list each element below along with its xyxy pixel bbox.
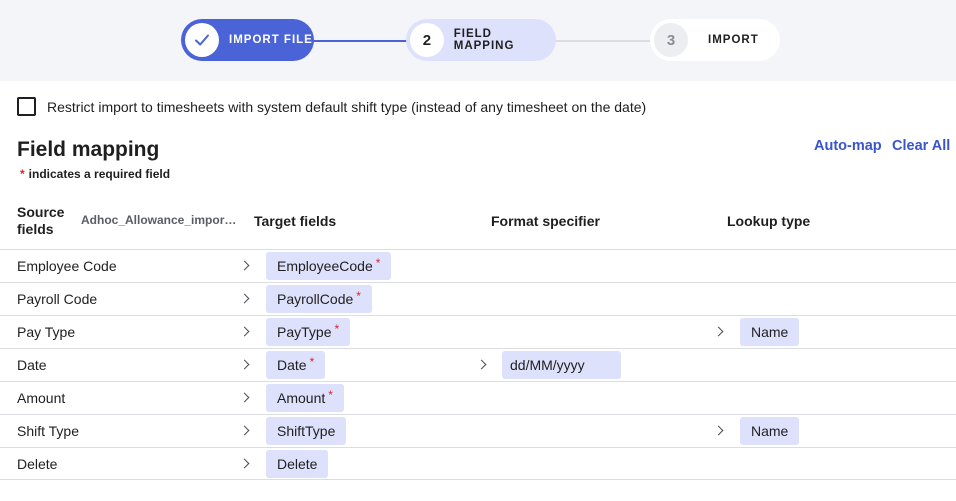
source-field: Delete — [17, 456, 58, 472]
target-field-chip[interactable]: Delete — [266, 450, 329, 478]
step-field-mapping[interactable]: 2 FIELD MAPPING — [406, 19, 556, 61]
lookup-type-chip[interactable]: Name — [740, 417, 800, 445]
table-row: Amount Amount * — [0, 381, 956, 414]
format-specifier-header: Format specifier — [491, 213, 600, 229]
chevron-right-icon[interactable] — [239, 458, 250, 469]
target-field-label: PayrollCode — [277, 291, 354, 307]
required-note-text: indicates a required field — [28, 167, 171, 181]
required-star: * — [309, 355, 315, 369]
source-field: Pay Type — [17, 324, 76, 340]
target-field-label: Date — [277, 357, 307, 373]
chevron-right-icon[interactable] — [713, 425, 724, 436]
source-field: Amount — [17, 390, 66, 406]
target-field-chip[interactable]: PayType * — [266, 318, 351, 346]
required-star: * — [334, 322, 340, 336]
chevron-right-icon[interactable] — [239, 326, 250, 337]
step-import[interactable]: 3 IMPORT — [650, 19, 780, 61]
target-field-label: ShiftType — [277, 423, 336, 439]
target-field-chip[interactable]: Amount * — [266, 384, 344, 412]
target-field-chip[interactable]: EmployeeCode * — [266, 252, 392, 280]
chevron-right-icon[interactable] — [713, 326, 724, 337]
chevron-right-icon[interactable] — [476, 359, 487, 370]
checkmark-icon — [185, 23, 219, 57]
table-row: Delete Delete — [0, 447, 956, 480]
target-field-chip[interactable]: ShiftType — [266, 417, 347, 445]
chevron-right-icon[interactable] — [239, 392, 250, 403]
chevron-right-icon[interactable] — [239, 425, 250, 436]
required-star: * — [328, 388, 333, 402]
source-field: Employee Code — [17, 258, 117, 274]
step-label: IMPORT — [708, 34, 759, 46]
source-fields-header: Source fields — [17, 204, 65, 237]
stepper-connector-pending — [552, 40, 656, 42]
lookup-type-header: Lookup type — [727, 213, 811, 229]
target-field-label: Delete — [277, 456, 318, 472]
chevron-right-icon[interactable] — [239, 293, 250, 304]
target-field-label: Amount — [277, 390, 326, 406]
page-title: Field mapping — [17, 138, 160, 161]
required-star: * — [375, 256, 381, 270]
step-label: FIELD MAPPING — [453, 28, 515, 52]
source-field: Date — [17, 357, 47, 373]
target-field-label: EmployeeCode — [277, 258, 373, 274]
table-row: Payroll Code PayrollCode * — [0, 282, 956, 315]
source-field: Shift Type — [17, 423, 80, 439]
mapping-table: Employee Code EmployeeCode * Payroll Code… — [0, 249, 956, 480]
restrict-checkbox[interactable] — [17, 97, 36, 116]
table-row: Date Date * dd/MM/yyyy — [0, 348, 956, 381]
auto-map-link[interactable]: Auto-map — [814, 138, 882, 154]
lookup-type-chip[interactable]: Name — [740, 318, 800, 346]
required-star: * — [20, 167, 25, 181]
required-note: * indicates a required field — [20, 167, 170, 181]
table-row: Employee Code EmployeeCode * — [0, 249, 956, 282]
target-field-label: PayType — [277, 324, 332, 340]
target-field-chip[interactable]: PayrollCode * — [266, 285, 372, 313]
clear-all-link[interactable]: Clear All — [892, 138, 950, 154]
restrict-option: Restrict import to timesheets with syste… — [17, 97, 646, 116]
step-number: 2 — [410, 23, 444, 57]
format-specifier-chip[interactable]: dd/MM/yyyy — [502, 351, 621, 379]
step-import-file[interactable]: IMPORT FILE — [181, 19, 314, 61]
chevron-right-icon[interactable] — [239, 359, 250, 370]
source-field: Payroll Code — [17, 291, 98, 307]
target-field-chip[interactable]: Date * — [266, 351, 326, 379]
step-number: 3 — [654, 23, 688, 57]
step-label: IMPORT FILE — [229, 34, 313, 46]
restrict-label: Restrict import to timesheets with syste… — [47, 98, 647, 115]
target-fields-header: Target fields — [254, 213, 337, 229]
table-row: Pay Type PayType * Name — [0, 315, 956, 348]
chevron-right-icon[interactable] — [239, 260, 250, 271]
table-row: Shift Type ShiftType Name — [0, 414, 956, 447]
required-star: * — [356, 289, 361, 303]
source-file-name: Adhoc_Allowance_import... — [81, 213, 237, 227]
stepper-connector-complete — [310, 40, 410, 42]
